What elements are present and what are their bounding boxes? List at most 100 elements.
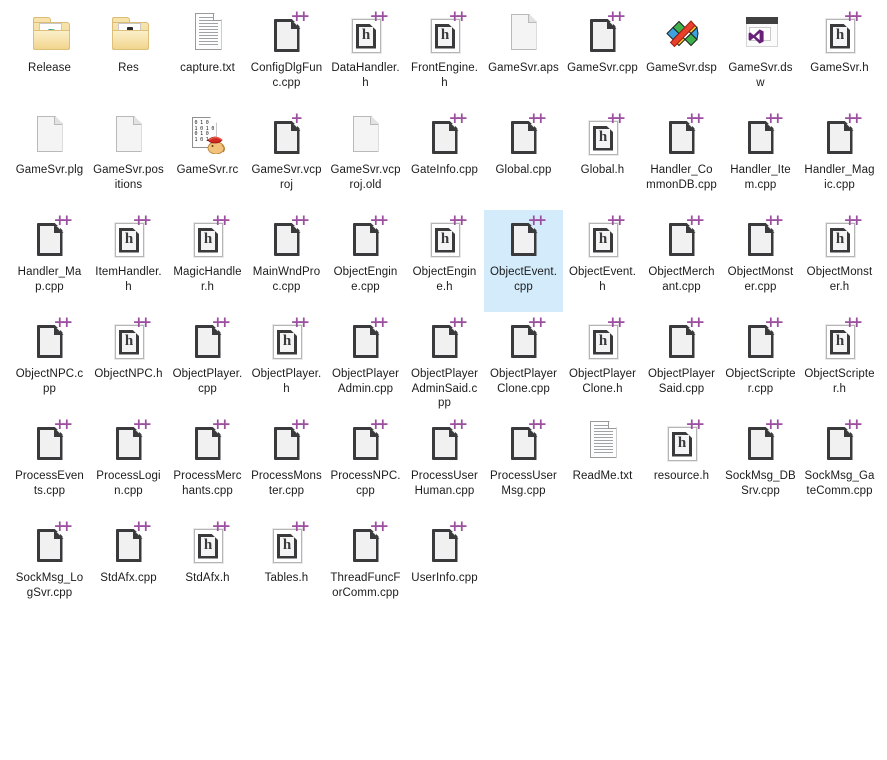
- file-item[interactable]: h + + ObjectEngine.h: [405, 210, 484, 312]
- file-item-label: ObjectPlayerClone.h: [568, 368, 637, 395]
- cpp-header-icon: h + +: [586, 315, 626, 360]
- file-item[interactable]: + + Handler_Item.cpp: [721, 108, 800, 210]
- file-item[interactable]: GameSvr.vcproj.old: [326, 108, 405, 210]
- file-item[interactable]: + GameSvr.vcproj: [247, 108, 326, 210]
- plus-glyph: +: [613, 313, 627, 331]
- file-item[interactable]: GameSvr.dsp: [642, 6, 721, 108]
- file-item[interactable]: + + ObjectPlayerClone.cpp: [484, 312, 563, 414]
- file-item[interactable]: Release: [10, 6, 89, 108]
- cpp-header-icon: h + +: [823, 315, 863, 360]
- blank-document-icon: [105, 112, 153, 160]
- file-item[interactable]: + + Handler_CommonDB.cpp: [642, 108, 721, 210]
- file-item[interactable]: + + ObjectMonster.cpp: [721, 210, 800, 312]
- file-item[interactable]: GameSvr.plg: [10, 108, 89, 210]
- file-item[interactable]: capture.txt: [168, 6, 247, 108]
- plus-glyph: +: [376, 211, 390, 229]
- file-item[interactable]: + + ObjectMerchant.cpp: [642, 210, 721, 312]
- cpp-source-icon: + +: [33, 417, 73, 462]
- cpp-source-icon: + +: [263, 9, 311, 58]
- file-item[interactable]: h + + ObjectPlayer.h: [247, 312, 326, 414]
- file-item[interactable]: + + GameSvr.cpp: [563, 6, 642, 108]
- file-item[interactable]: + + ProcessLogin.cpp: [89, 414, 168, 516]
- file-item[interactable]: GameSvr.aps: [484, 6, 563, 108]
- file-item[interactable]: GameSvr.positions: [89, 108, 168, 210]
- file-item[interactable]: + + Global.cpp: [484, 108, 563, 210]
- file-item-label: ProcessMonster.cpp: [251, 470, 322, 497]
- plus-glyph: +: [290, 109, 304, 127]
- file-item[interactable]: + + ObjectNPC.cpp: [10, 312, 89, 414]
- file-item[interactable]: + + SockMsg_LogSvr.cpp: [10, 516, 89, 618]
- cpp-header-icon: h + +: [112, 315, 152, 360]
- file-item[interactable]: ReadMe.txt: [563, 414, 642, 516]
- cpp-header-icon: h + +: [184, 517, 232, 568]
- plus-glyph: +: [376, 7, 390, 25]
- plus-glyph: +: [692, 211, 706, 229]
- file-item[interactable]: + + ObjectPlayerAdmin.cpp: [326, 312, 405, 414]
- vcproj-icon: +: [263, 109, 311, 160]
- file-item-label: GameSvr.plg: [15, 164, 84, 176]
- file-item[interactable]: h + + Global.h: [563, 108, 642, 210]
- file-item[interactable]: + + ConfigDlgFunc.cpp: [247, 6, 326, 108]
- file-item[interactable]: + + StdAfx.cpp: [89, 516, 168, 618]
- file-item[interactable]: h + + ObjectEvent.h: [563, 210, 642, 312]
- file-item[interactable]: h + + MagicHandler.h: [168, 210, 247, 312]
- file-item[interactable]: + + ProcessMerchants.cpp: [168, 414, 247, 516]
- file-item[interactable]: + + ObjectPlayerSaid.cpp: [642, 312, 721, 414]
- file-item[interactable]: h + + GameSvr.h: [800, 6, 879, 108]
- file-item[interactable]: + + ProcessMonster.cpp: [247, 414, 326, 516]
- file-item[interactable]: + + ThreadFuncForComm.cpp: [326, 516, 405, 618]
- file-item[interactable]: h + + ObjectMonster.h: [800, 210, 879, 312]
- file-item[interactable]: + + MainWndProc.cpp: [247, 210, 326, 312]
- file-item[interactable]: h + + StdAfx.h: [168, 516, 247, 618]
- cpp-source-icon: + +: [665, 213, 705, 258]
- file-item[interactable]: + + ObjectPlayer.cpp: [168, 312, 247, 414]
- plus-glyph: +: [139, 415, 153, 433]
- plus-glyph: +: [850, 109, 864, 127]
- file-item[interactable]: h + + ObjectNPC.h: [89, 312, 168, 414]
- cpp-header-icon: h + +: [823, 9, 863, 54]
- cpp-source-icon: + +: [500, 417, 548, 466]
- file-item[interactable]: + + ProcessEvents.cpp: [10, 414, 89, 516]
- file-item[interactable]: Res: [89, 6, 168, 108]
- file-item[interactable]: h + + DataHandler.h: [326, 6, 405, 108]
- file-item[interactable]: + + ProcessUserHuman.cpp: [405, 414, 484, 516]
- file-item[interactable]: h + + FrontEngine.h: [405, 6, 484, 108]
- file-item-label: GameSvr.dsw: [728, 62, 793, 89]
- file-item[interactable]: h + + ObjectPlayerClone.h: [563, 312, 642, 414]
- plus-glyph: +: [218, 517, 232, 535]
- file-item[interactable]: + + ObjectEvent.cpp: [484, 210, 563, 312]
- file-item-label: MagicHandler.h: [173, 266, 242, 293]
- file-item[interactable]: + + SockMsg_DBSrv.cpp: [721, 414, 800, 516]
- file-item[interactable]: + + ProcessNPC.cpp: [326, 414, 405, 516]
- cpp-source-icon: + +: [33, 213, 73, 258]
- cpp-source-icon: + +: [500, 111, 548, 160]
- file-item[interactable]: h + + ItemHandler.h: [89, 210, 168, 312]
- file-item[interactable]: + + ObjectEngine.cpp: [326, 210, 405, 312]
- plus-glyph: +: [218, 313, 232, 331]
- file-item[interactable]: h + + resource.h: [642, 414, 721, 516]
- cpp-header-icon: h + +: [105, 315, 153, 364]
- plus-glyph: +: [376, 415, 390, 433]
- file-item[interactable]: + + ObjectPlayerAdminSaid.cpp: [405, 312, 484, 414]
- file-item[interactable]: 0 1 01 0 1 00 1 01 0 1 0 GameSvr.rc: [168, 108, 247, 210]
- file-item-label: ObjectPlayerSaid.cpp: [647, 368, 716, 395]
- file-item[interactable]: + + ProcessUserMsg.cpp: [484, 414, 563, 516]
- file-item[interactable]: + + GateInfo.cpp: [405, 108, 484, 210]
- file-item[interactable]: + + ObjectScripter.cpp: [721, 312, 800, 414]
- plus-glyph: +: [455, 517, 469, 535]
- cpp-source-icon: + +: [421, 111, 469, 160]
- file-item[interactable]: + + SockMsg_GateComm.cpp: [800, 414, 879, 516]
- file-item[interactable]: + + Handler_Map.cpp: [10, 210, 89, 312]
- file-item[interactable]: + + UserInfo.cpp: [405, 516, 484, 618]
- file-item[interactable]: GameSvr.dsw: [721, 6, 800, 108]
- file-item[interactable]: h + + Tables.h: [247, 516, 326, 618]
- file-item-label: ThreadFuncForComm.cpp: [330, 572, 401, 599]
- file-item-label: GameSvr.aps: [488, 62, 559, 74]
- file-item[interactable]: + + Handler_Magic.cpp: [800, 108, 879, 210]
- cpp-source-icon: + +: [421, 519, 469, 568]
- plus-glyph: +: [455, 313, 469, 331]
- icon-grid[interactable]: Release Res capture.txt + + ConfigDlgFunc.cpp…: [0, 0, 887, 760]
- file-item[interactable]: h + + ObjectScripter.h: [800, 312, 879, 414]
- cpp-source-icon: + +: [744, 315, 784, 360]
- cpp-source-icon: + +: [428, 519, 468, 564]
